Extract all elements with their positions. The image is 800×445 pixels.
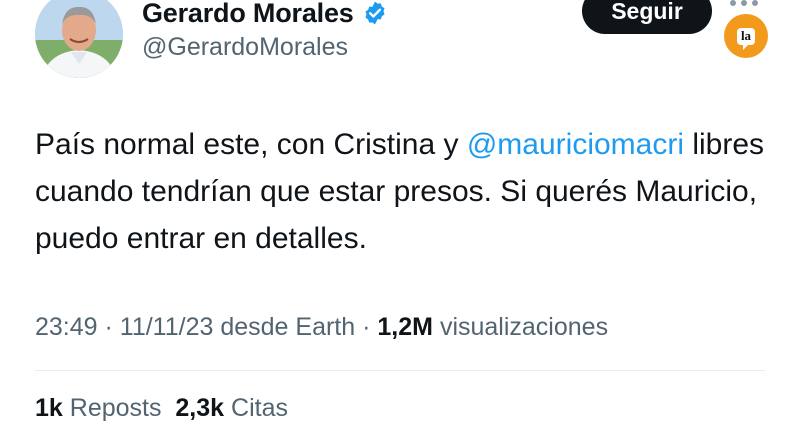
divider [35, 370, 765, 371]
reposts-stat[interactable]: 1k Reposts [35, 394, 161, 422]
tweet-text: País normal este, con Cristina y @mauric… [35, 121, 795, 262]
follow-button[interactable]: Seguir [582, 0, 712, 34]
avatar[interactable] [35, 0, 123, 78]
tweet-source: desde Earth [220, 313, 356, 341]
quotes-count: 2,3k [175, 394, 225, 422]
author-handle[interactable]: @GerardoMorales [142, 33, 348, 62]
mention-link[interactable]: @mauriciomacri [467, 128, 684, 161]
tweet-time[interactable]: 23:49 [35, 313, 98, 341]
author-name-row: Gerardo Morales [142, 0, 388, 30]
tweet-date[interactable]: 11/11/23 [120, 313, 214, 341]
more-options-icon[interactable] [730, 0, 758, 6]
tweet-text-part: País normal este, con Cristina y [35, 128, 467, 161]
author-display-name[interactable]: Gerardo Morales [142, 0, 354, 29]
tweet-stats: 1k Reposts 2,3k Citas [35, 394, 288, 423]
views-label: visualizaciones [439, 313, 609, 341]
verified-badge-icon [362, 0, 388, 26]
reposts-count: 1k [35, 394, 63, 422]
views-count: 1,2M [377, 313, 433, 341]
tweet-meta: 23:49 · 11/11/23 desde Earth · 1,2M visu… [35, 313, 609, 341]
reposts-label: Reposts [69, 394, 162, 422]
quotes-stat[interactable]: 2,3k Citas [175, 394, 288, 422]
la-logo-text: la [736, 27, 756, 50]
la-logo-badge: la [724, 14, 768, 58]
quotes-label: Citas [231, 394, 288, 422]
